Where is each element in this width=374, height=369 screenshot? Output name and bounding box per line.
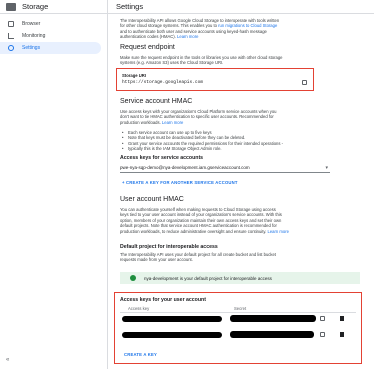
desc-line: production workloads, to reduce administ… bbox=[120, 228, 268, 234]
intro-line: authentication codes (HMAC). Learn more bbox=[120, 34, 368, 39]
browser-icon bbox=[8, 21, 14, 27]
desc-line: default projects. Note that service acco… bbox=[120, 223, 277, 229]
redacted-secret bbox=[230, 331, 314, 338]
service-account-select[interactable]: pwe-nya-sqp-demo@nya-development.iam.gse… bbox=[120, 163, 330, 173]
sidebar-item-settings[interactable]: Settings bbox=[0, 42, 101, 54]
sidebar-item-label: Monitoring bbox=[22, 33, 46, 39]
redacted-access-key bbox=[122, 316, 222, 322]
copy-icon[interactable] bbox=[320, 332, 325, 337]
create-service-key-button[interactable]: + CREATE A KEY FOR ANOTHER SERVICE ACCOU… bbox=[122, 180, 238, 185]
desc-line: requests made from your user account. bbox=[120, 257, 193, 263]
sidebar-item-label: Settings bbox=[22, 45, 41, 51]
list-item-cont: typically this is the IAM Storage Object… bbox=[128, 146, 222, 152]
storage-uri-value: https://storage.googleapis.com bbox=[122, 80, 204, 85]
user-access-keys-heading: Access keys for your user account bbox=[120, 297, 206, 303]
main-panel: Settings The Interoperability API allows… bbox=[108, 0, 374, 369]
delete-key-icon[interactable] bbox=[340, 316, 344, 321]
desc-line: You can authenticate yourself when makin… bbox=[120, 207, 276, 212]
default-project-status: nya-development is your default project … bbox=[120, 272, 360, 284]
selected-account: pwe-nya-sqp-demo@nya-development.iam.gse… bbox=[120, 165, 250, 170]
copy-icon[interactable] bbox=[320, 316, 325, 321]
gear-icon bbox=[8, 45, 14, 51]
learn-more-link[interactable]: Learn more bbox=[177, 34, 198, 39]
storage-logo-icon bbox=[6, 2, 16, 11]
sidebar-item-browser[interactable]: Browser bbox=[0, 18, 107, 30]
service-hmac-bullets: Each service account can use up to five … bbox=[120, 130, 368, 152]
request-endpoint-desc: Make sure the request endpoint in the to… bbox=[120, 55, 368, 66]
redacted-access-key bbox=[122, 332, 222, 338]
desc-line: Make sure the request endpoint in the to… bbox=[120, 55, 283, 60]
desc-line: systems (e.g. Amazon S3) uses the Cloud … bbox=[120, 60, 224, 66]
page-title: Settings bbox=[108, 0, 374, 14]
monitoring-icon bbox=[8, 33, 14, 39]
app-title: Storage bbox=[22, 2, 49, 11]
default-project-desc: The Interoperability API uses your defau… bbox=[120, 252, 370, 263]
col-header-access-key: Access key bbox=[128, 306, 150, 311]
service-hmac-desc: Use access keys with your organization's… bbox=[120, 109, 368, 125]
desc-line: The Interoperability API uses your defau… bbox=[120, 252, 276, 257]
desc-line: keys tied to your user account instead o… bbox=[120, 212, 282, 218]
user-hmac-heading: User account HMAC bbox=[120, 196, 184, 203]
sidebar: Storage Browser Monitoring Settings « bbox=[0, 0, 108, 369]
learn-more-link[interactable]: Learn more bbox=[268, 229, 289, 234]
create-user-key-button[interactable]: CREATE A KEY bbox=[124, 352, 157, 357]
redacted-secret bbox=[230, 315, 316, 322]
migrations-link[interactable]: run migrations to Cloud Storage bbox=[218, 23, 277, 28]
delete-key-icon[interactable] bbox=[340, 332, 344, 337]
sidebar-item-monitoring[interactable]: Monitoring bbox=[0, 30, 107, 42]
learn-more-link[interactable]: Learn more bbox=[162, 120, 183, 125]
sidebar-header: Storage bbox=[0, 0, 107, 14]
default-project-heading: Default project for interoperable access bbox=[120, 244, 218, 250]
check-circle-icon bbox=[130, 275, 136, 281]
request-endpoint-heading: Request endpoint bbox=[120, 44, 175, 51]
storage-uri-label: Storage URI bbox=[122, 73, 146, 78]
user-hmac-desc: You can authenticate yourself when makin… bbox=[120, 207, 370, 234]
desc-line: production workloads. bbox=[120, 119, 162, 125]
chevron-down-icon: ▾ bbox=[325, 165, 328, 171]
list-item: typically this is the IAM Storage Object… bbox=[120, 146, 368, 152]
desc-line: Use access keys with your organization's… bbox=[120, 109, 277, 114]
sidebar-item-label: Browser bbox=[22, 21, 41, 27]
desc-line: option, members of your organization mai… bbox=[120, 217, 282, 223]
service-hmac-heading: Service account HMAC bbox=[120, 98, 193, 105]
service-access-keys-heading: Access keys for service accounts bbox=[120, 155, 204, 161]
interop-intro: The Interoperability API allows Google C… bbox=[120, 18, 368, 40]
copy-icon[interactable] bbox=[302, 80, 307, 85]
table-divider bbox=[120, 312, 356, 313]
intro-text: for other cloud storage systems. This en… bbox=[120, 23, 219, 29]
intro-text: authentication codes (HMAC). bbox=[120, 34, 178, 40]
status-text: nya-development is your default project … bbox=[144, 275, 272, 281]
collapse-sidebar-icon[interactable]: « bbox=[6, 357, 9, 363]
desc-line: don't want to tie HMAC authentication to… bbox=[120, 114, 274, 120]
col-header-secret: Secret bbox=[234, 306, 247, 311]
